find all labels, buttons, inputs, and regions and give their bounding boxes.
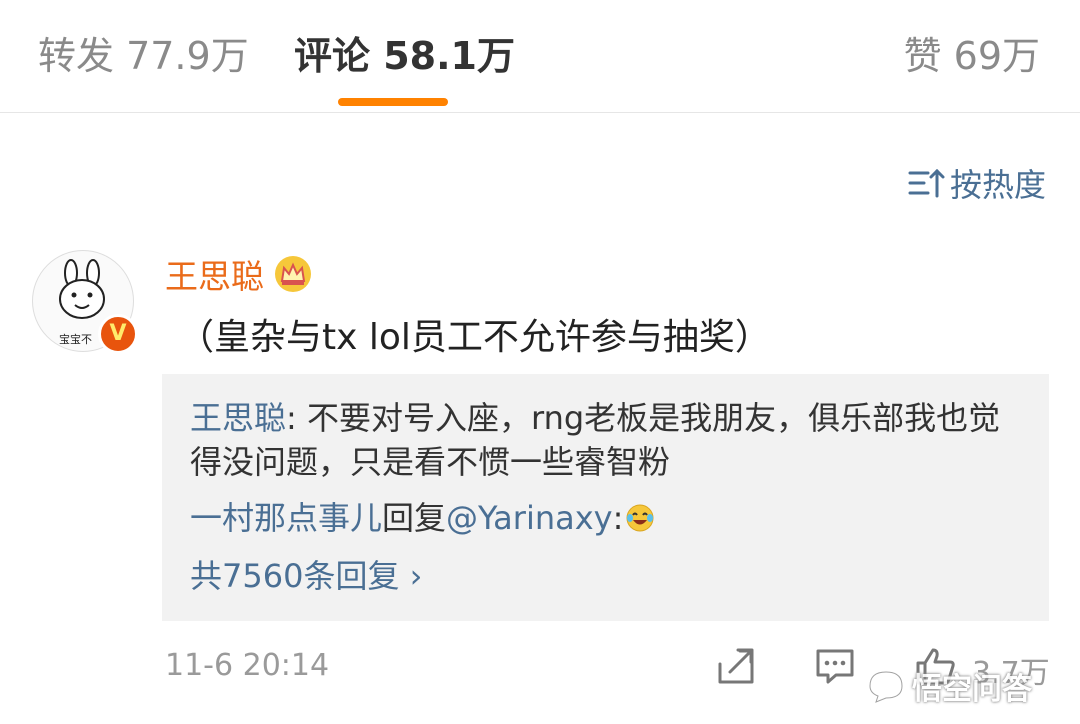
author-name[interactable]: 王思聪 bbox=[165, 250, 264, 298]
verified-badge-icon: V bbox=[98, 314, 138, 354]
avatar-caption: 宝宝不 bbox=[59, 332, 92, 346]
laughing-tears-emoji bbox=[626, 504, 654, 532]
reply-verb: 回复 bbox=[382, 499, 447, 537]
reply-preview-box[interactable]: 王思聪: 不要对号入座，rng老板是我朋友，俱乐部我也觉得没问题，只是看不惯一些… bbox=[162, 374, 1049, 621]
more-replies-link[interactable]: 共7560条回复 › bbox=[190, 554, 422, 598]
reply-mention[interactable]: @Yarinaxy bbox=[446, 496, 613, 540]
reply-username[interactable]: 王思聪 bbox=[190, 399, 286, 437]
comment-author[interactable]: 王思聪 bbox=[165, 250, 312, 298]
tab-bar: 转发 77.9万 评论 58.1万 赞 69万 bbox=[0, 0, 1080, 113]
comment-icon[interactable] bbox=[814, 646, 856, 686]
watermark: 悟空问答 bbox=[864, 664, 1032, 708]
reply-separator: : bbox=[612, 499, 624, 537]
tab-like[interactable]: 赞 69万 bbox=[904, 30, 1040, 82]
tab-repost[interactable]: 转发 77.9万 bbox=[38, 30, 249, 82]
reply-item: 王思聪: 不要对号入座，rng老板是我朋友，俱乐部我也觉得没问题，只是看不惯一些… bbox=[190, 396, 1030, 484]
watermark-text: 悟空问答 bbox=[912, 672, 1032, 707]
comment-time: 11-6 20:14 bbox=[165, 648, 330, 683]
reply-separator: : bbox=[286, 399, 307, 437]
sort-button[interactable]: 按热度 bbox=[908, 162, 1046, 204]
reply-text: 不要对号入座，rng老板是我朋友，俱乐部我也觉得没问题，只是看不惯一些睿智粉 bbox=[190, 399, 1001, 481]
comment-text: （皇杂与tx lol员工不允许参与抽奖） bbox=[178, 317, 771, 358]
tab-comment[interactable]: 评论 58.1万 bbox=[294, 30, 515, 82]
reply-item: 一村那点事儿 回复 @Yarinaxy: bbox=[190, 496, 655, 540]
sort-icon bbox=[908, 168, 945, 198]
crown-icon bbox=[275, 256, 311, 292]
active-tab-indicator bbox=[338, 98, 448, 106]
wukong-logo-icon bbox=[867, 669, 905, 706]
reply-username[interactable]: 一村那点事儿 bbox=[190, 496, 382, 540]
sort-label: 按热度 bbox=[949, 166, 1046, 204]
share-icon[interactable] bbox=[716, 646, 756, 686]
